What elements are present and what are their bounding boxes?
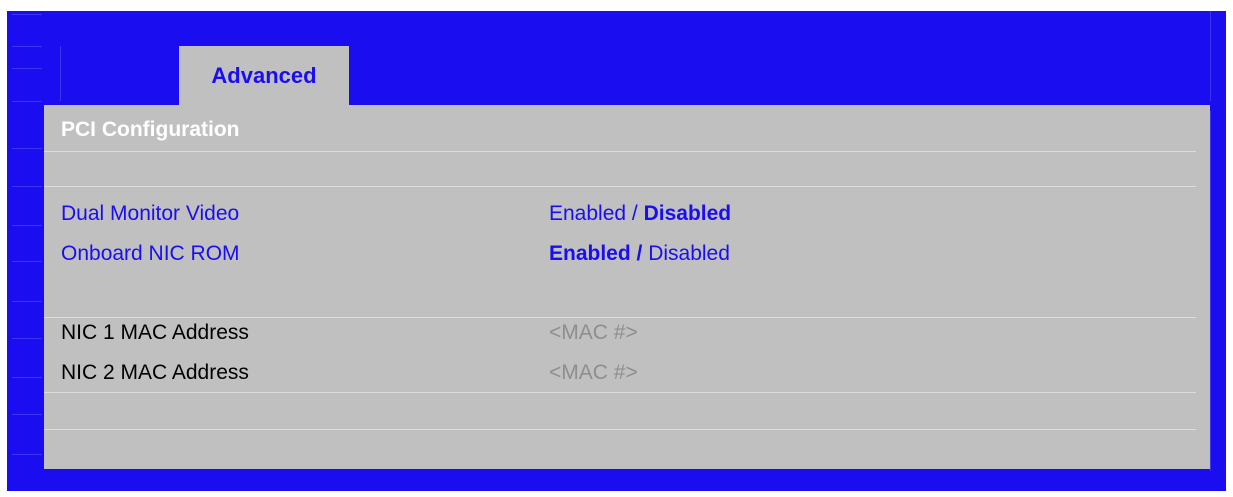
decorative-line [1210,11,1211,101]
decorative-line [12,414,42,415]
divider [44,317,1196,318]
setting-label[interactable]: Onboard NIC ROM [61,242,240,266]
pci-configuration-panel: PCI Configuration Dual Monitor Video Ena… [44,105,1210,469]
decorative-line [60,46,61,101]
info-label: NIC 1 MAC Address [61,321,249,344]
decorative-line [12,68,42,69]
decorative-line [12,14,42,15]
decorative-line [12,101,42,102]
decorative-line [12,377,42,378]
decorative-line [12,261,42,262]
decorative-line [12,225,42,226]
setting-row-dual-monitor-video[interactable]: Dual Monitor Video Enabled / Disabled [61,202,1191,232]
tab-advanced[interactable]: Advanced [179,46,349,105]
page-title: PCI Configuration [61,118,240,141]
decorative-line [12,186,42,187]
option-enabled[interactable]: Enabled [549,202,626,225]
divider [44,429,1196,430]
option-separator: / [630,242,649,265]
decorative-line [12,148,42,149]
decorative-line [12,338,42,339]
decorative-line [12,454,42,455]
decorative-line [12,46,42,47]
option-disabled-selected[interactable]: Disabled [644,202,732,225]
option-selector[interactable]: Enabled / Disabled [549,242,730,266]
info-value: <MAC #> [549,361,638,384]
option-separator: / [626,202,644,225]
option-disabled[interactable]: Disabled [648,242,730,265]
option-selector[interactable]: Enabled / Disabled [549,202,731,226]
info-label: NIC 2 MAC Address [61,361,249,384]
divider [44,151,1196,152]
divider [44,186,1196,187]
divider [44,392,1196,393]
setting-label[interactable]: Dual Monitor Video [61,202,239,226]
decorative-line [1210,111,1211,471]
info-value: <MAC #> [549,321,638,344]
info-row-nic2-mac: NIC 2 MAC Address <MAC #> [61,361,1191,391]
setting-row-onboard-nic-rom[interactable]: Onboard NIC ROM Enabled / Disabled [61,242,1191,272]
decorative-line [12,301,42,302]
bios-setup-screen: Advanced PCI Configuration Dual Monitor … [7,11,1226,491]
option-enabled-selected[interactable]: Enabled [549,242,631,265]
info-row-nic1-mac: NIC 1 MAC Address <MAC #> [61,321,1191,351]
